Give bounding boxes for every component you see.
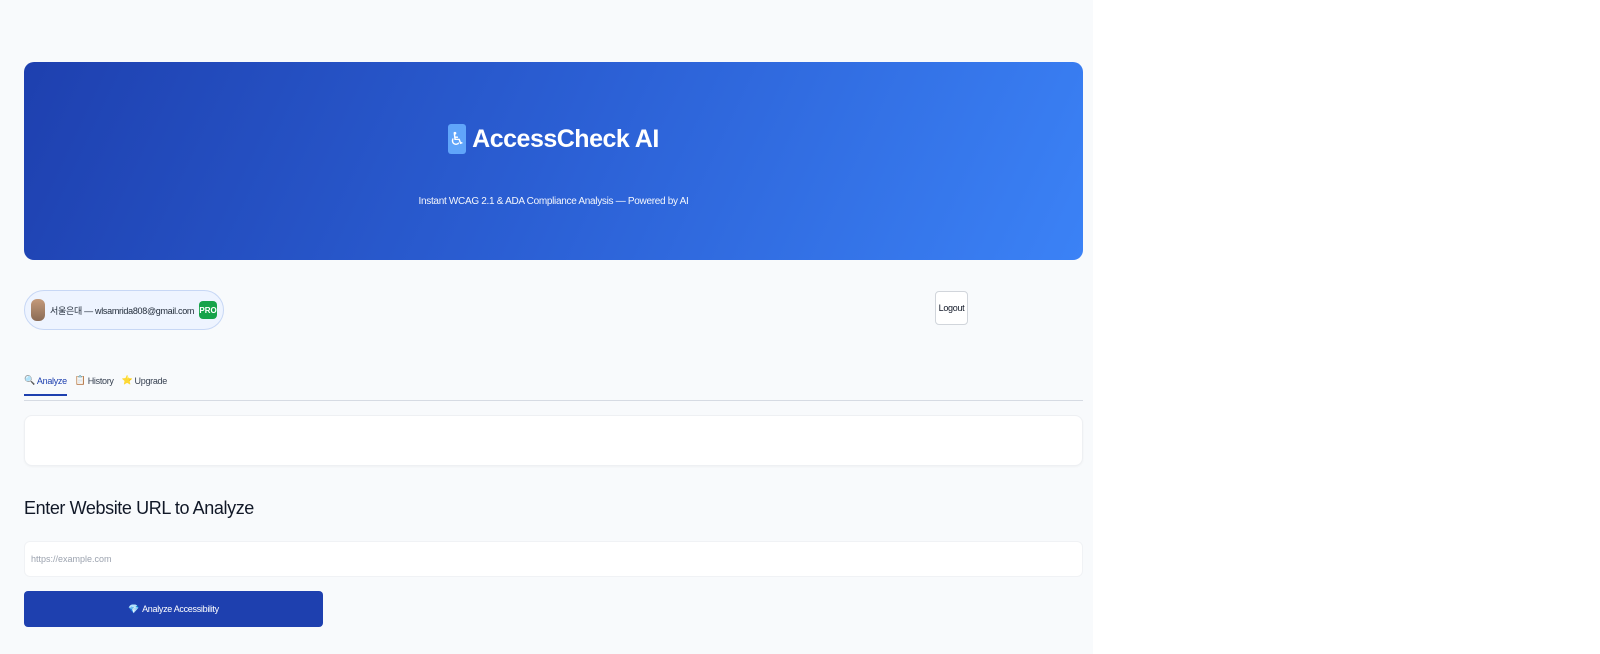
tab-label: Analyze (36, 375, 67, 386)
tab-label: Upgrade (134, 375, 168, 386)
tab-label: History (87, 375, 114, 386)
section-heading: Enter Website URL to Analyze (24, 498, 254, 518)
history-icon: 📋 (74, 375, 86, 385)
hero-title-row: ♿ AccessCheck AI (24, 124, 1083, 154)
app-root: ♿ AccessCheck AI Instant WCAG 2.1 & ADA … (0, 0, 1093, 654)
gem-icon: 💎 (128, 603, 140, 614)
tab-upgrade[interactable]: ⭐ Upgrade (121, 372, 168, 394)
tab-analyze[interactable]: 🔍 Analyze (24, 372, 67, 396)
analyze-button-label: Analyze Accessibility (142, 604, 219, 614)
content-card (24, 415, 1083, 466)
user-info-pill: 서울은대 — wlsamrida808@gmail.com PRO (24, 290, 225, 330)
url-input[interactable] (24, 541, 1083, 577)
app-subtitle: Instant WCAG 2.1 & ADA Compliance Analys… (418, 196, 689, 207)
user-email-label: 서울은대 — wlsamrida808@gmail.com (50, 305, 195, 316)
tab-bar: 🔍 Analyze 📋 History ⭐ Upgrade (24, 372, 1083, 401)
analyze-button[interactable]: 💎 Analyze Accessibility (24, 591, 323, 627)
star-icon: ⭐ (121, 375, 133, 385)
app-title: AccessCheck AI (472, 124, 659, 153)
logout-button[interactable]: Logout (935, 291, 968, 325)
hero-banner: ♿ AccessCheck AI Instant WCAG 2.1 & ADA … (24, 62, 1083, 260)
wheelchair-icon: ♿ (448, 124, 467, 154)
plan-badge: PRO (199, 301, 218, 319)
magnifier-icon: 🔍 (24, 375, 35, 385)
tab-history[interactable]: 📋 History (75, 372, 114, 394)
avatar (31, 299, 45, 321)
